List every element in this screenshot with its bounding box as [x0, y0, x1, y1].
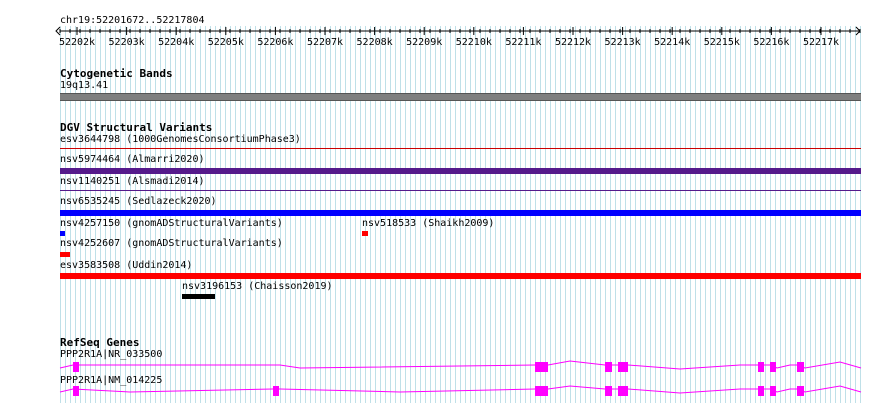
variant-label[interactable]: nsv1140251 (Alsmadi2014)	[60, 176, 205, 188]
gene-exon	[770, 386, 776, 396]
gene-intron-line	[59, 385, 862, 394]
ruler-tick-label: 52212k	[555, 37, 591, 48]
gene-exon	[535, 386, 548, 396]
variant-label[interactable]: nsv4257150 (gnomADStructuralVariants)	[60, 218, 283, 230]
variant-feature[interactable]	[362, 231, 368, 236]
gene-exon	[618, 386, 628, 396]
ruler-tick-label: 52215k	[704, 37, 740, 48]
ruler-tick-label: 52202k	[59, 37, 95, 48]
ruler-tick-label: 52207k	[307, 37, 343, 48]
ruler-tick-label: 52209k	[406, 37, 442, 48]
variant-label[interactable]: nsv4252607 (gnomADStructuralVariants)	[60, 238, 283, 250]
refseq-track-title: RefSeq Genes	[60, 336, 140, 349]
ruler-tick-label: 52214k	[654, 37, 690, 48]
gene-exon	[770, 362, 776, 372]
gene-exon	[618, 362, 628, 372]
variant-label[interactable]: esv3644798 (1000GenomesConsortiumPhase3)	[60, 134, 301, 146]
gene-exon	[73, 362, 79, 372]
ruler-tick-label: 52213k	[605, 37, 641, 48]
ruler-tick-label: 52206k	[257, 37, 293, 48]
gene-exon	[797, 362, 804, 372]
ruler-tick-label: 52205k	[208, 37, 244, 48]
variant-feature[interactable]	[182, 294, 215, 299]
cytoband-bar[interactable]	[60, 93, 861, 101]
variant-label[interactable]: nsv6535245 (Sedlazeck2020)	[60, 196, 217, 208]
ruler[interactable]: 52202k 52203k 52204k 52205k 52206k 52207k 5220…	[0, 0, 890, 48]
gene-exon	[535, 362, 548, 372]
variant-label[interactable]: esv3583508 (Uddin2014)	[60, 260, 192, 272]
ruler-tick-label: 52204k	[158, 37, 194, 48]
gene-exon	[273, 386, 279, 396]
variant-feature[interactable]	[60, 252, 70, 257]
variant-feature[interactable]	[60, 148, 861, 149]
variant-label[interactable]: nsv3196153 (Chaisson2019)	[182, 281, 333, 293]
gene-exon	[605, 386, 612, 396]
ruler-tick-label: 52208k	[357, 37, 393, 48]
gene-exon	[605, 362, 612, 372]
gene-model[interactable]	[59, 360, 862, 372]
ruler-tick-label: 52210k	[456, 37, 492, 48]
ruler-tick-label: 52216k	[753, 37, 789, 48]
cytoband-label[interactable]: 19q13.41	[60, 80, 108, 92]
gene-exon	[758, 362, 764, 372]
gene-intron-line	[59, 360, 862, 370]
variant-feature[interactable]	[60, 190, 861, 191]
variant-label[interactable]: nsv518533 (Shaikh2009)	[362, 218, 494, 230]
gene-model[interactable]	[59, 385, 862, 396]
ruler-tick-label: 52203k	[109, 37, 145, 48]
variant-feature[interactable]	[60, 168, 861, 174]
ruler-left-arrow-icon	[55, 26, 61, 36]
gene-exon	[758, 386, 764, 396]
ruler-tick-label: 52217k	[803, 37, 839, 48]
variant-feature[interactable]	[60, 231, 65, 236]
gene-models[interactable]	[0, 355, 890, 403]
ruler-ticks: 52202k 52203k 52204k 52205k 52206k 52207k 5220…	[59, 27, 861, 48]
variant-label[interactable]: nsv5974464 (Almarri2020)	[60, 154, 205, 166]
dgv-track-title: DGV Structural Variants	[60, 121, 213, 134]
gene-exon	[73, 386, 79, 396]
cytoband-track-title: Cytogenetic Bands	[60, 67, 173, 80]
variant-feature[interactable]	[60, 210, 861, 216]
gene-exon	[797, 386, 804, 396]
variant-feature[interactable]	[60, 273, 861, 279]
ruler-tick-label: 52211k	[505, 37, 541, 48]
